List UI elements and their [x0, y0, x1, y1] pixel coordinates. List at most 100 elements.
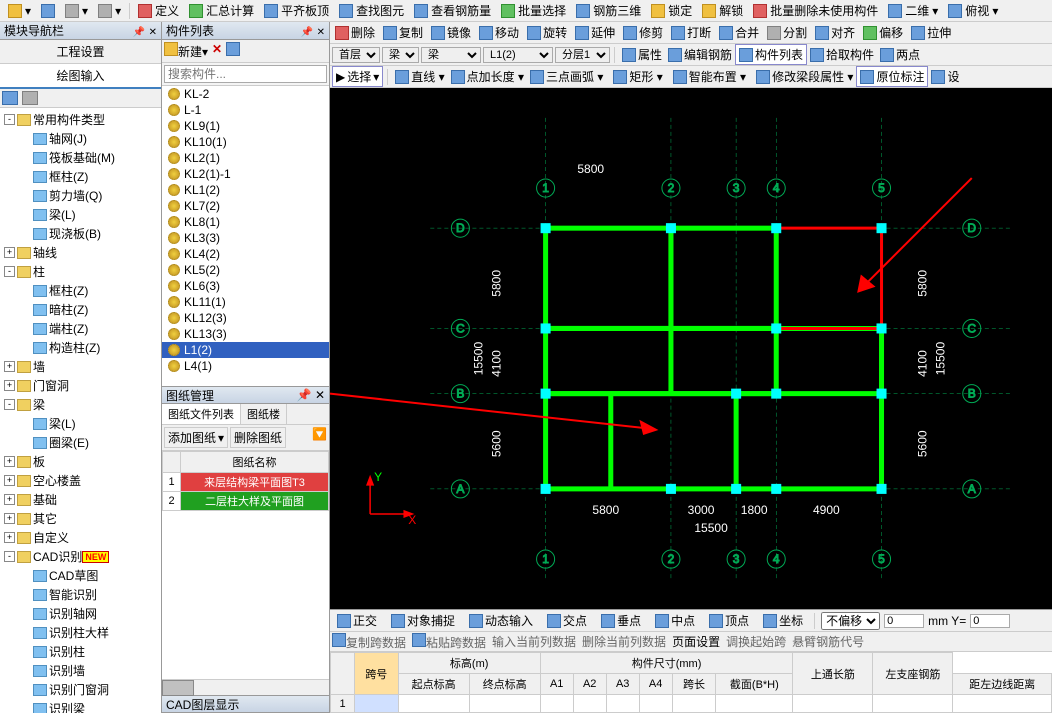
tb-rebar-qty[interactable]: 查看钢筋量 — [410, 1, 495, 20]
tb-top-view[interactable]: 俯视▾ — [944, 1, 1002, 20]
table-row[interactable]: 1 — [331, 695, 1052, 713]
tb-batch-del[interactable]: 批量删除未使用构件 — [749, 1, 882, 20]
tree-node[interactable]: 圈梁(E) — [0, 433, 161, 452]
tree-node[interactable]: 框柱(Z) — [0, 281, 161, 300]
tree-node[interactable]: 识别柱 — [0, 642, 161, 661]
delete-icon[interactable]: ✕ — [212, 42, 222, 60]
draw-三点画弧[interactable]: 三点画弧 ▾ — [527, 67, 606, 86]
item-select[interactable]: L1(2) — [483, 47, 553, 63]
table-row[interactable]: 1来层结构梁平面图T3 — [163, 473, 329, 492]
tree-node[interactable]: +轴线 — [0, 243, 161, 262]
tb-2d[interactable]: 二维▾ — [884, 1, 942, 20]
close-icon[interactable]: ✕ — [149, 27, 157, 38]
close-icon[interactable]: ✕ — [317, 27, 325, 38]
offset-select[interactable]: 不偏移 — [821, 612, 880, 630]
add-drawing-button[interactable]: 添加图纸▾ — [164, 427, 228, 448]
tree-node[interactable]: +基础 — [0, 490, 161, 509]
draw-设[interactable]: 设 — [928, 67, 962, 86]
type-select[interactable]: 梁 — [382, 47, 419, 63]
x-input[interactable] — [884, 614, 924, 628]
new-component-button[interactable]: 新建▾ — [164, 42, 208, 60]
tb-镜像[interactable]: 镜像 — [428, 23, 474, 42]
tree-collapse-icon[interactable] — [22, 91, 38, 105]
tb-unlock[interactable]: 解锁 — [698, 1, 747, 20]
tb-save[interactable] — [37, 3, 59, 19]
y-input[interactable] — [970, 614, 1010, 628]
draw-智能布置[interactable]: 智能布置 ▾ — [670, 67, 749, 86]
list-item[interactable]: KL10(1) — [162, 134, 329, 150]
tree-node[interactable]: 端柱(Z) — [0, 319, 161, 338]
tree-node[interactable]: +其它 — [0, 509, 161, 528]
tb-open[interactable]: ▾ — [4, 3, 35, 19]
tree-node[interactable]: -常用构件类型 — [0, 110, 161, 129]
tb-对齐[interactable]: 对齐 — [812, 23, 858, 42]
list-item[interactable]: KL12(3) — [162, 310, 329, 326]
tree-node[interactable]: +板 — [0, 452, 161, 471]
tb-复制[interactable]: 复制 — [380, 23, 426, 42]
draw-矩形[interactable]: 矩形 ▾ — [610, 67, 665, 86]
datatab-0[interactable]: 复制跨数据 — [332, 633, 406, 651]
datatab-3[interactable]: 删除当前列数据 — [582, 633, 666, 650]
tb-rebar-3d[interactable]: 钢筋三维 — [572, 1, 645, 20]
scrollbar-h[interactable] — [162, 679, 329, 695]
list-item[interactable]: KL6(3) — [162, 278, 329, 294]
tb-合并[interactable]: 合并 — [716, 23, 762, 42]
tree-node[interactable]: +门窗洞 — [0, 376, 161, 395]
status-垂点[interactable]: 垂点 — [596, 610, 646, 631]
list-item[interactable]: KL13(3) — [162, 326, 329, 342]
tb-redo[interactable]: ▾ — [94, 3, 125, 19]
tree-node[interactable]: 识别柱大样 — [0, 623, 161, 642]
list-item[interactable]: KL3(3) — [162, 230, 329, 246]
tb-align-top[interactable]: 平齐板顶 — [260, 1, 333, 20]
tab-project-settings[interactable]: 工程设置 — [0, 40, 161, 64]
del-drawing-button[interactable]: 删除图纸 — [230, 427, 286, 448]
list-item[interactable]: L-1 — [162, 102, 329, 118]
pin-icon[interactable]: 📌 — [301, 27, 313, 38]
tb-移动[interactable]: 移动 — [476, 23, 522, 42]
tb-分割[interactable]: 分割 — [764, 23, 810, 42]
tree-expand-icon[interactable] — [2, 91, 18, 105]
tb-undo[interactable]: ▾ — [61, 3, 92, 19]
tb-删除[interactable]: 删除 — [332, 23, 378, 42]
list-item[interactable]: L4(1) — [162, 358, 329, 374]
datatab-2[interactable]: 输入当前列数据 — [492, 633, 576, 650]
status-正交[interactable]: 正交 — [332, 610, 382, 631]
tree-node[interactable]: -柱 — [0, 262, 161, 281]
list-item[interactable]: KL1(2) — [162, 182, 329, 198]
tree-node[interactable]: 剪力墙(Q) — [0, 186, 161, 205]
draw-点加长度[interactable]: 点加长度 ▾ — [448, 67, 527, 86]
tab-drawing-files[interactable]: 图纸文件列表 — [162, 404, 241, 424]
tree-node[interactable]: +空心楼盖 — [0, 471, 161, 490]
tree-node[interactable]: 框柱(Z) — [0, 167, 161, 186]
tree-node[interactable]: +自定义 — [0, 528, 161, 547]
list-item[interactable]: KL8(1) — [162, 214, 329, 230]
tb-旋转[interactable]: 旋转 — [524, 23, 570, 42]
pin-icon[interactable]: 📌 — [297, 388, 312, 402]
ctx-拾取构件[interactable]: 拾取构件 — [807, 45, 877, 64]
draw-修改梁段属性[interactable]: 修改梁段属性 ▾ — [753, 67, 856, 86]
tree-node[interactable]: 梁(L) — [0, 205, 161, 224]
tab-drawing-floor[interactable]: 图纸楼 — [241, 404, 287, 424]
tree-node[interactable]: +墙 — [0, 357, 161, 376]
tree-node[interactable]: CAD草图 — [0, 566, 161, 585]
tree-node[interactable]: 识别梁 — [0, 699, 161, 713]
status-坐标[interactable]: 坐标 — [758, 610, 808, 631]
datatab-5[interactable]: 调换起始跨 — [726, 633, 786, 650]
component-list[interactable]: KL-2L-1KL9(1)KL10(1)KL2(1)KL2(1)-1KL1(2)… — [162, 86, 329, 386]
list-item[interactable]: KL9(1) — [162, 118, 329, 134]
tree-node[interactable]: 筏板基础(M) — [0, 148, 161, 167]
tb-find[interactable]: 查找图元 — [335, 1, 408, 20]
list-item[interactable]: KL4(2) — [162, 246, 329, 262]
ctx-构件列表[interactable]: 构件列表 — [735, 44, 807, 65]
tb-sum[interactable]: 汇总计算 — [185, 1, 258, 20]
tree-node[interactable]: 现浇板(B) — [0, 224, 161, 243]
datatab-1[interactable]: 粘贴跨数据 — [412, 633, 486, 651]
status-对象捕捉[interactable]: 对象捕捉 — [386, 610, 460, 631]
tb-batch-select[interactable]: 批量选择 — [497, 1, 570, 20]
pin-icon[interactable]: 📌 — [133, 27, 145, 38]
nav-tree[interactable]: -常用构件类型轴网(J)筏板基础(M)框柱(Z)剪力墙(Q)梁(L)现浇板(B)… — [0, 108, 161, 713]
tb-延伸[interactable]: 延伸 — [572, 23, 618, 42]
tree-node[interactable]: 轴网(J) — [0, 129, 161, 148]
list-item[interactable]: KL5(2) — [162, 262, 329, 278]
datatab-4[interactable]: 页面设置 — [672, 633, 720, 650]
